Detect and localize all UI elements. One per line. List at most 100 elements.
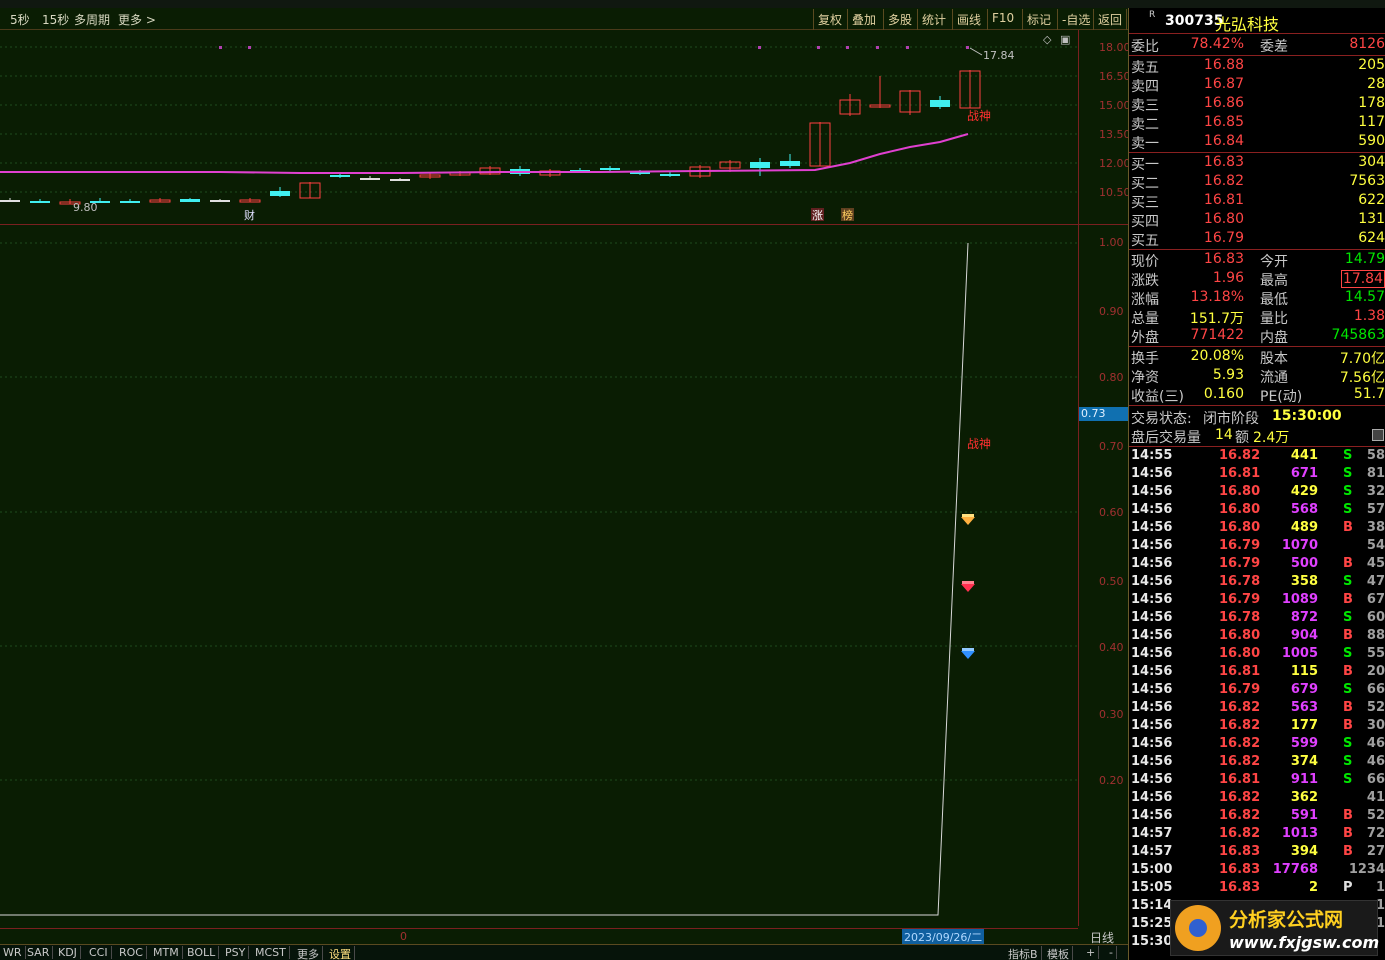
ask-level-value2: 28 [1367,76,1385,92]
stat-row-label: 涨幅 [1131,292,1159,308]
tab-indicator-b[interactable]: 指标B [1005,946,1042,960]
separator [1129,152,1385,153]
tab-cci[interactable]: CCI [86,946,112,959]
tick-row: 14:56 16.80 489 B 38 [1129,520,1385,538]
stat-row-2-value2: 7.56亿 [1339,370,1385,386]
zoom-in-button[interactable]: + [1083,946,1100,959]
period-more[interactable]: 更多 > [118,11,156,28]
ask-level-label: 卖四 [1131,79,1159,95]
tab-psy[interactable]: PSY [222,946,250,959]
tick-volume: 1005 [1281,646,1318,661]
fuquan-button[interactable]: 复权 [813,9,846,30]
bid-level: 买五 16.79 624 [1129,230,1385,249]
tick-row: 14:56 16.82 599 S 46 [1129,736,1385,754]
tick-time: 14:56 [1131,610,1173,625]
period-5s[interactable]: 5秒 [10,11,30,28]
window-icon[interactable]: ▣ [1060,33,1070,46]
ask-level-label: 卖一 [1131,136,1159,152]
stat-row-2: 换手 20.08% 股本 7.70亿 [1129,348,1385,367]
stat-row-label: 现价 [1131,254,1159,270]
tick-time: 14:55 [1131,448,1173,463]
tick-flag: B [1343,628,1353,643]
tick-price: 16.80 [1219,502,1261,517]
tab-roc[interactable]: ROC [116,946,147,959]
mark-button[interactable]: 标记 [1022,9,1055,30]
tick-count: 55 [1366,646,1385,661]
f10-button[interactable]: F10 [987,9,1018,30]
tab-sar[interactable]: SAR [24,946,54,959]
tick-row: 14:56 16.80 568 S 57 [1129,502,1385,520]
stat-row-2-label2: PE(动) [1260,389,1303,405]
tick-price: 16.82 [1219,736,1261,751]
tab-boll[interactable]: BOLL [184,946,220,959]
tab-template[interactable]: 模板 [1044,946,1073,960]
tick-volume: 17768 [1272,862,1318,877]
back-button[interactable]: 返回 [1093,9,1128,30]
indicator-chart[interactable]: 战神 [0,226,1078,926]
tab-settings[interactable]: 设置 [326,946,355,960]
stat-row-value2: 17.84 [1340,270,1385,288]
candlestick-chart[interactable]: 17.84 9.80 战神 财 涨 榜 ◇ ▣ [0,30,1078,224]
expand-icon[interactable] [1372,429,1384,441]
stat-row: 总量 151.7万 量比 1.38 [1129,308,1385,327]
watchlist-button[interactable]: -自选 [1057,9,1094,30]
tick-time: 14:56 [1131,628,1173,643]
tick-flag: B [1343,520,1353,535]
tick-count: 88 [1366,628,1385,643]
diamond-icon[interactable]: ◇ [1043,33,1052,46]
tick-time: 14:56 [1131,592,1173,607]
tick-row: 14:56 16.82 591 B 52 [1129,808,1385,826]
tab-mcst[interactable]: MCST [252,946,290,959]
tick-volume: 1070 [1281,538,1318,553]
bid-level-value: 16.81 [1203,192,1244,208]
tick-time: 15:14 [1131,898,1173,913]
tick-volume: 872 [1290,610,1318,625]
tick-volume: 671 [1290,466,1318,481]
event-label-bang: 榜 [842,208,853,222]
stat-row-label: 外盘 [1131,330,1159,346]
stat-row-label: 总量 [1131,311,1159,327]
tick-flag: S [1343,754,1353,769]
tick-price: 16.79 [1219,556,1261,571]
indicator-tick: 0.50 [1099,575,1124,588]
tab-more[interactable]: 更多 [294,946,323,960]
date-bar: 0 2023/09/26/二 [0,928,1078,945]
tick-time: 14:56 [1131,790,1173,805]
candle-body [180,199,200,202]
stat-row-2-label2: 流通 [1260,370,1288,386]
ask-level-value: 16.87 [1203,76,1244,92]
tick-flag: S [1343,682,1353,697]
ask-level-value: 16.88 [1203,57,1244,73]
tab-wr[interactable]: WR [0,946,26,959]
candle-body [270,191,290,196]
tick-row: 14:56 16.79 500 B 45 [1129,556,1385,574]
tick-flag: S [1343,646,1353,661]
tab-mtm[interactable]: MTM [150,946,183,959]
pane-divider[interactable] [0,224,1128,225]
period-15s[interactable]: 15秒 [42,11,69,28]
candles-group [0,70,981,205]
stats-button[interactable]: 统计 [917,9,950,30]
trade-status-row: 交易状态: 闭市阶段 15:30:00 [1129,408,1385,427]
tick-price: 16.79 [1219,682,1261,697]
tick-row: 14:57 16.83 394 B 27 [1129,844,1385,862]
tick-price: 16.82 [1219,754,1261,769]
tick-row: 14:56 16.81 115 B 20 [1129,664,1385,682]
bid-level-label: 买三 [1131,195,1159,211]
tick-volume: 358 [1290,574,1318,589]
tick-volume: 568 [1290,502,1318,517]
tab-kdj[interactable]: KDJ [55,946,81,959]
zoom-out-button[interactable]: - [1106,946,1117,959]
candle-body [930,100,950,107]
period-multi[interactable]: 多周期 [74,11,110,28]
tick-time: 14:56 [1131,646,1173,661]
stat-row-label: 涨跌 [1131,273,1159,289]
tick-count: 57 [1366,502,1385,517]
draw-line-button[interactable]: 画线 [952,9,985,30]
multi-stock-button[interactable]: 多股 [883,9,916,30]
stat-row-value2: 14.57 [1344,289,1385,305]
tick-volume: 1013 [1281,826,1318,841]
site-watermark: 分析家公式网 www.fxjgsw.com [1170,900,1379,956]
overlay-button[interactable]: 叠加 [847,9,880,30]
tick-count: 67 [1366,592,1385,607]
